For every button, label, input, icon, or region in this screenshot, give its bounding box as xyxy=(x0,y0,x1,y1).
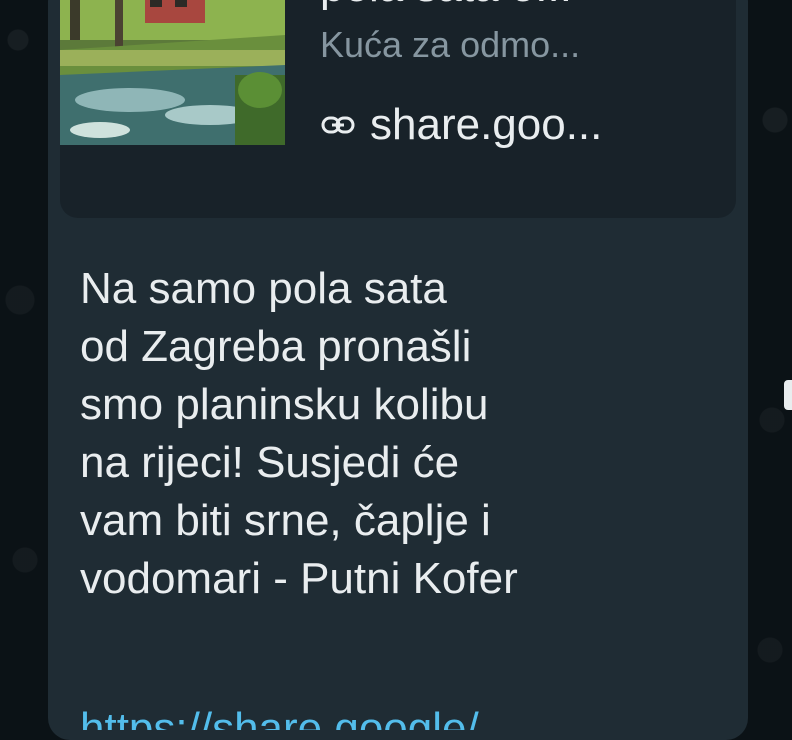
message-line: Na samo pola sata xyxy=(80,264,447,313)
link-preview-card[interactable]: pola sata o... Kuća za odmo... share.goo… xyxy=(60,0,736,218)
preview-domain-text: share.goo... xyxy=(370,100,603,149)
link-icon xyxy=(321,116,355,134)
preview-description: Kuća za odmo... xyxy=(320,24,581,65)
message-line: od Zagreba pronašli xyxy=(80,322,472,371)
preview-domain: share.goo... xyxy=(320,98,602,152)
preview-title: pola sata o... xyxy=(320,0,720,12)
message-text: Na samo pola sata od Zagreba pronašli sm… xyxy=(80,260,720,608)
preview-thumbnail[interactable] xyxy=(60,0,285,145)
cabin-river-image xyxy=(60,0,285,145)
message-line: vodomari - Putni Kofer xyxy=(80,554,518,603)
message-url-link[interactable]: https://share.google/ xyxy=(80,700,640,730)
message-line: na rijeci! Susjedi će xyxy=(80,438,460,487)
message-url-text[interactable]: https://share.google/ xyxy=(80,700,640,730)
adjacent-bubble-edge xyxy=(784,380,792,410)
message-line: smo planinsku kolibu xyxy=(80,380,489,429)
message-line: vam biti srne, čaplje i xyxy=(80,496,491,545)
